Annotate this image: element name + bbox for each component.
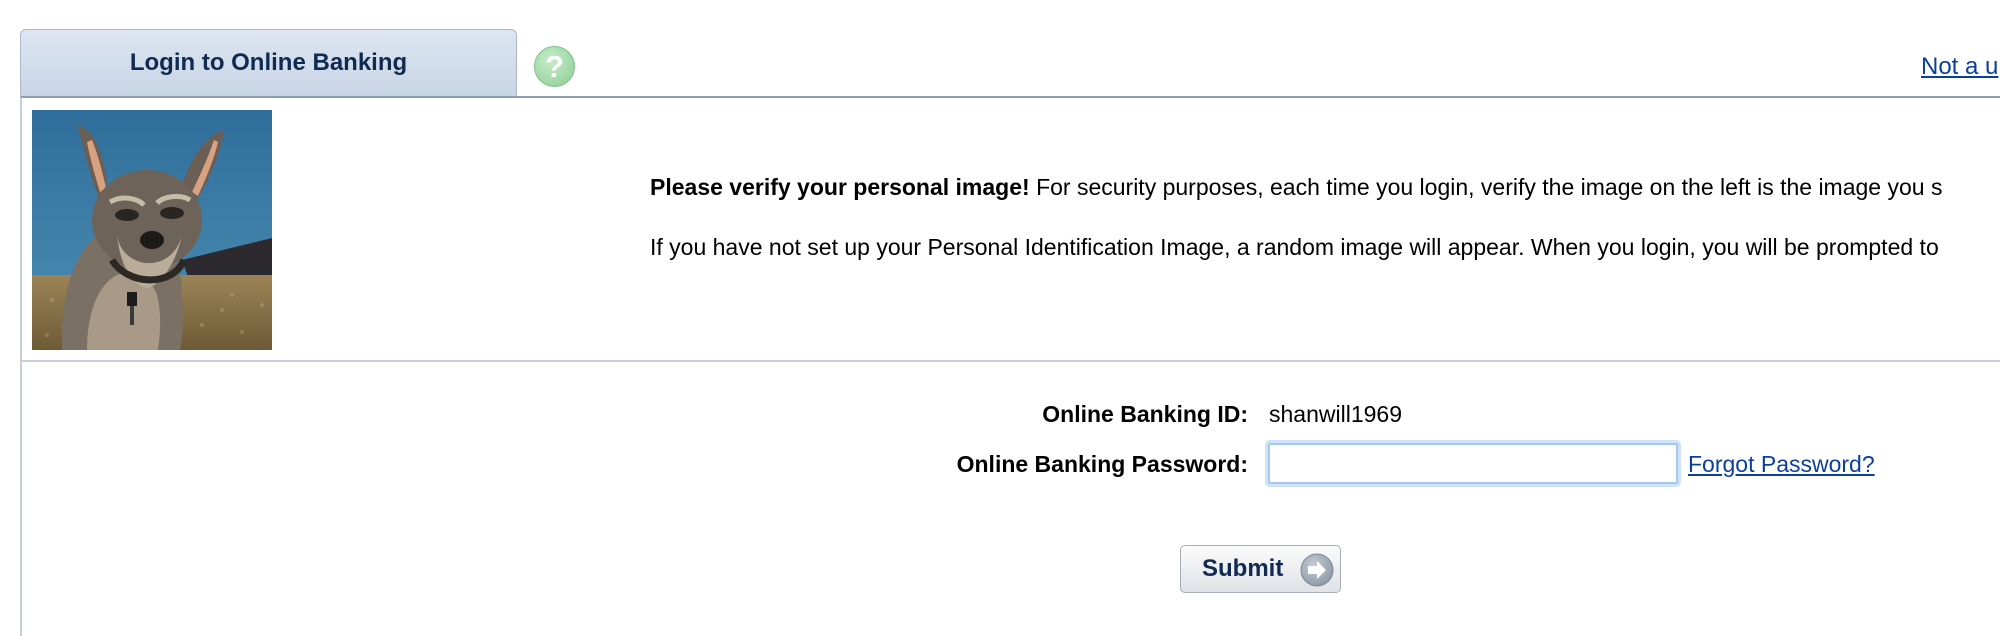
question-icon[interactable]: ? — [534, 46, 575, 87]
password-label: Online Banking Password: — [956, 451, 1248, 477]
section-divider — [22, 360, 2000, 362]
submit-label: Submit — [1202, 555, 1284, 582]
login-tab-label: Login to Online Banking — [129, 49, 408, 76]
login-tab[interactable]: Login to Online Banking — [20, 29, 517, 96]
verify-image-message: Please verify your personal image! For s… — [650, 174, 1942, 201]
random-image-note: If you have not set up your Personal Ide… — [650, 234, 1939, 260]
password-field[interactable] — [1268, 443, 1678, 484]
not-a-user-link[interactable]: Not a u — [1921, 53, 1998, 81]
forgot-password-link[interactable]: Forgot Password? — [1688, 451, 1875, 478]
personal-image — [32, 110, 272, 350]
arrow-right-icon — [1300, 553, 1334, 587]
verify-body: For security purposes, each time you log… — [1036, 174, 1943, 200]
submit-button[interactable]: Submit — [1180, 545, 1341, 593]
banking-id-label: Online Banking ID: — [1042, 401, 1248, 427]
verify-heading: Please verify your personal image! — [650, 174, 1030, 200]
help-glyph: ? — [545, 48, 564, 84]
banking-id-value: shanwill1969 — [1269, 401, 1402, 427]
dog-photo-icon — [32, 110, 272, 350]
